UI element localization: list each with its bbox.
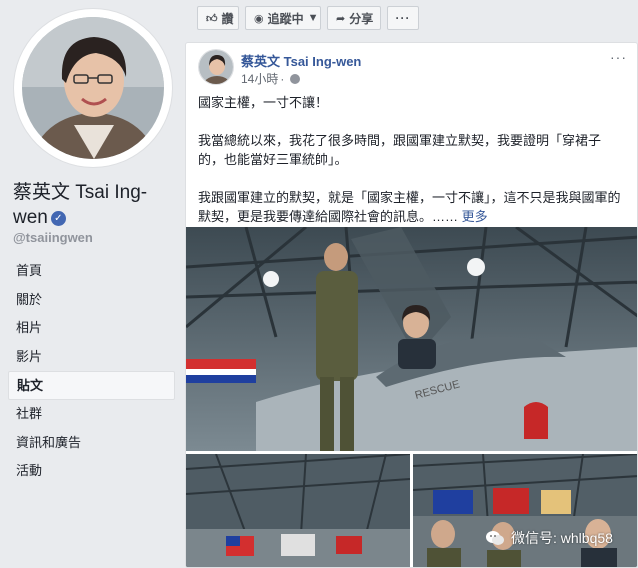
- share-button[interactable]: ➦ 分享: [327, 6, 381, 30]
- share-arrow-icon: ➦: [336, 12, 346, 25]
- page-handle[interactable]: @tsaiingwen: [13, 230, 93, 245]
- post-card: 蔡英文 Tsai Ing-wen 14小時 · ··· 國家主權，一寸不讓！ 我…: [185, 42, 638, 568]
- post-author-name[interactable]: 蔡英文 Tsai Ing-wen: [241, 51, 361, 70]
- page-title-text: 蔡英文 Tsai Ing-wen: [13, 182, 148, 228]
- wechat-watermark: 微信号: whlbq58: [485, 527, 613, 549]
- post-photo-3[interactable]: [413, 454, 637, 567]
- following-button[interactable]: ◉ 追蹤中 ▼: [245, 6, 321, 30]
- page-nav: 首頁 關於 相片 影片 貼文 社群 資訊和廣告 活動: [8, 257, 175, 486]
- post-paragraph-last: 我跟國軍建立的默契，就是「國家主權，一寸不讓」，這不只是我與國軍的默契，更是我要…: [198, 188, 626, 226]
- see-more-link[interactable]: 更多: [462, 209, 488, 224]
- post-photo-2[interactable]: [186, 454, 410, 567]
- nav-item-photos[interactable]: 相片: [8, 314, 175, 343]
- meta-separator: ·: [280, 71, 285, 86]
- wechat-icon: [486, 531, 504, 545]
- profile-picture-frame[interactable]: [14, 9, 172, 167]
- chevron-down-icon: ▼: [307, 12, 319, 24]
- more-options-button[interactable]: ···: [387, 6, 419, 30]
- globe-icon[interactable]: [290, 73, 301, 84]
- post-text: 國家主權，一寸不讓！ 我當總統以來，我花了很多時間，跟國軍建立默契，我要證明「穿…: [198, 93, 626, 226]
- watermark-text: 微信号: whlbq58: [511, 530, 613, 546]
- profile-picture[interactable]: [22, 17, 164, 159]
- rss-icon: ◉: [254, 12, 264, 25]
- nav-item-events[interactable]: 活動: [8, 457, 175, 486]
- post-paragraph: 我跟國軍建立的默契，就是「國家主權，一寸不讓」，這不只是我與國軍的默契，更是我要…: [198, 190, 621, 224]
- verified-badge-icon: ✓: [50, 211, 66, 226]
- page-title: 蔡英文 Tsai Ing-wen ✓: [13, 180, 178, 230]
- nav-item-home[interactable]: 首頁: [8, 257, 175, 286]
- page-sidebar: 蔡英文 Tsai Ing-wen ✓ @tsaiingwen 首頁 關於 相片 影…: [0, 0, 185, 568]
- nav-item-community[interactable]: 社群: [8, 400, 175, 429]
- post-photo-main[interactable]: RESCUE: [186, 227, 637, 451]
- post-paragraph: 我當總統以來，我花了很多時間，跟國軍建立默契，我要證明「穿裙子的，也能當好三軍統…: [198, 133, 602, 167]
- nav-item-about[interactable]: 關於: [8, 286, 175, 315]
- like-label: 讚: [221, 11, 234, 26]
- post-author-avatar[interactable]: [198, 49, 234, 85]
- nav-item-videos[interactable]: 影片: [8, 343, 175, 372]
- nav-item-info-ads[interactable]: 資訊和廣告: [8, 429, 175, 458]
- post-paragraph: 國家主權，一寸不讓！: [198, 95, 329, 110]
- share-label: 分享: [349, 11, 374, 26]
- post-meta: 14小時 ·: [241, 70, 301, 87]
- thumbs-up-icon: 👍︎: [206, 12, 218, 25]
- page-action-bar: 👍︎ 讚 ◉ 追蹤中 ▼ ➦ 分享 ···: [197, 6, 425, 30]
- nav-item-posts[interactable]: 貼文: [8, 371, 175, 400]
- like-button[interactable]: 👍︎ 讚: [197, 6, 239, 30]
- post-options-button[interactable]: ···: [610, 49, 627, 65]
- following-label: 追蹤中: [267, 11, 304, 26]
- post-timestamp[interactable]: 14小時: [241, 70, 278, 87]
